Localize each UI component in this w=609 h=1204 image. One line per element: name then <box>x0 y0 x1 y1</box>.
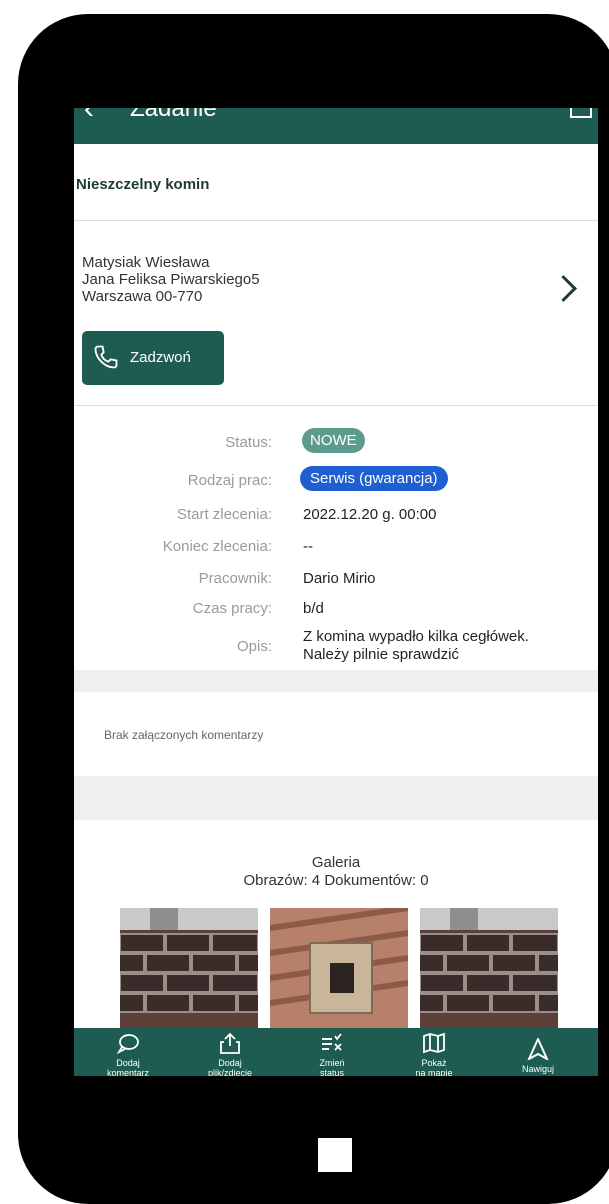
tab-label: Dodaj komentarz <box>78 1058 178 1076</box>
tab-label-line2: na mapie <box>415 1068 453 1076</box>
task-details: Status: NOWE Rodzaj prac: Serwis (gwaran… <box>74 406 598 668</box>
change-status-tab[interactable]: Zmień status <box>282 1028 382 1076</box>
gallery-counts: Obrazów: 4 Dokumentów: 0 <box>243 872 429 889</box>
client-address: Matysiak Wiesława Jana Feliksa Piwarskie… <box>82 254 260 305</box>
client-section[interactable]: Matysiak Wiesława Jana Feliksa Piwarskie… <box>74 221 598 406</box>
detail-key: Pracownik: <box>198 570 272 587</box>
home-button[interactable] <box>318 1138 352 1172</box>
detail-value: b/d <box>303 600 324 617</box>
detail-key: Opis: <box>236 638 272 655</box>
tab-label-line1: Dodaj <box>116 1058 140 1068</box>
work-type-badge: Serwis (gwarancja) <box>300 466 448 491</box>
divider-band <box>74 776 598 820</box>
share-icon[interactable] <box>570 108 592 118</box>
gallery-header: Galeria Obrazów: 4 Dokumentów: 0 <box>74 854 598 890</box>
detail-key: Czas pracy: <box>192 600 272 617</box>
app-header: ‹ Zadanie <box>74 108 598 144</box>
change-status-icon <box>322 1033 342 1051</box>
bottom-toolbar: Dodaj komentarz Dodaj plik/zdjęcie Zmień… <box>74 1028 598 1076</box>
add-file-tab[interactable]: Dodaj plik/zdjęcie <box>180 1028 280 1076</box>
detail-key: Start zlecenia: <box>176 506 272 523</box>
gallery-thumbnail[interactable] <box>420 908 558 1028</box>
detail-value: Dario Mirio <box>303 570 376 587</box>
tab-label-line2: komentarz <box>106 1068 150 1076</box>
call-button[interactable]: Zadzwoń <box>82 331 224 385</box>
show-on-map-tab[interactable]: Pokaż na mapie <box>384 1028 484 1076</box>
client-street: Jana Feliksa Piwarskiego5 <box>82 271 260 288</box>
tab-label-line1: Pokaż <box>421 1058 447 1068</box>
detail-value: 2022.12.20 g. 00:00 <box>303 506 437 523</box>
upload-icon <box>220 1032 240 1054</box>
detail-value: Należy pilnie sprawdzić <box>303 646 459 663</box>
client-name: Matysiak Wiesława <box>82 254 210 271</box>
back-icon[interactable]: ‹ <box>84 108 94 124</box>
navigate-tab[interactable]: Nawiguj <box>488 1028 588 1076</box>
page-title: Zadanie <box>130 108 217 122</box>
detail-key: Rodzaj prac: <box>187 472 272 489</box>
detail-key: Status: <box>225 434 272 451</box>
task-title: Nieszczelny komin <box>76 176 210 193</box>
call-label: Zadzwoń <box>130 349 191 366</box>
detail-value: Z komina wypadło kilka cegłówek. <box>303 628 529 645</box>
gallery-thumbnail[interactable] <box>270 908 408 1028</box>
gallery-title: Galeria <box>311 854 361 871</box>
navigate-icon <box>527 1038 549 1060</box>
tab-label-line1: Dodaj <box>218 1058 242 1068</box>
app-screen: ‹ Zadanie Nieszczelny komin Matysiak Wie… <box>74 108 598 1076</box>
map-icon <box>423 1032 445 1054</box>
divider-band <box>74 670 598 692</box>
tab-label-line2: plik/zdjęcie <box>207 1068 253 1076</box>
add-comment-tab[interactable]: Dodaj komentarz <box>78 1028 178 1076</box>
tab-label-line1: Zmień <box>319 1058 345 1068</box>
comments-empty-text: Brak załączonych komentarzy <box>104 728 264 742</box>
tab-label: Zmień status <box>282 1058 382 1076</box>
client-city: Warszawa 00-770 <box>82 288 203 305</box>
tab-label-line2: status <box>319 1068 344 1076</box>
tab-label-line1: Nawiguj <box>521 1064 554 1074</box>
comment-icon <box>116 1034 139 1054</box>
status-badge: NOWE <box>302 428 365 453</box>
detail-value: -- <box>303 538 313 555</box>
tab-label: Nawiguj <box>488 1064 588 1074</box>
detail-key: Koniec zlecenia: <box>162 538 272 555</box>
gallery-thumbnail[interactable] <box>120 908 258 1028</box>
chevron-right-icon[interactable] <box>550 275 577 302</box>
phone-icon <box>94 345 118 369</box>
tab-label: Dodaj plik/zdjęcie <box>180 1058 280 1076</box>
task-title-section: Nieszczelny komin <box>74 144 598 221</box>
tab-label: Pokaż na mapie <box>384 1058 484 1076</box>
